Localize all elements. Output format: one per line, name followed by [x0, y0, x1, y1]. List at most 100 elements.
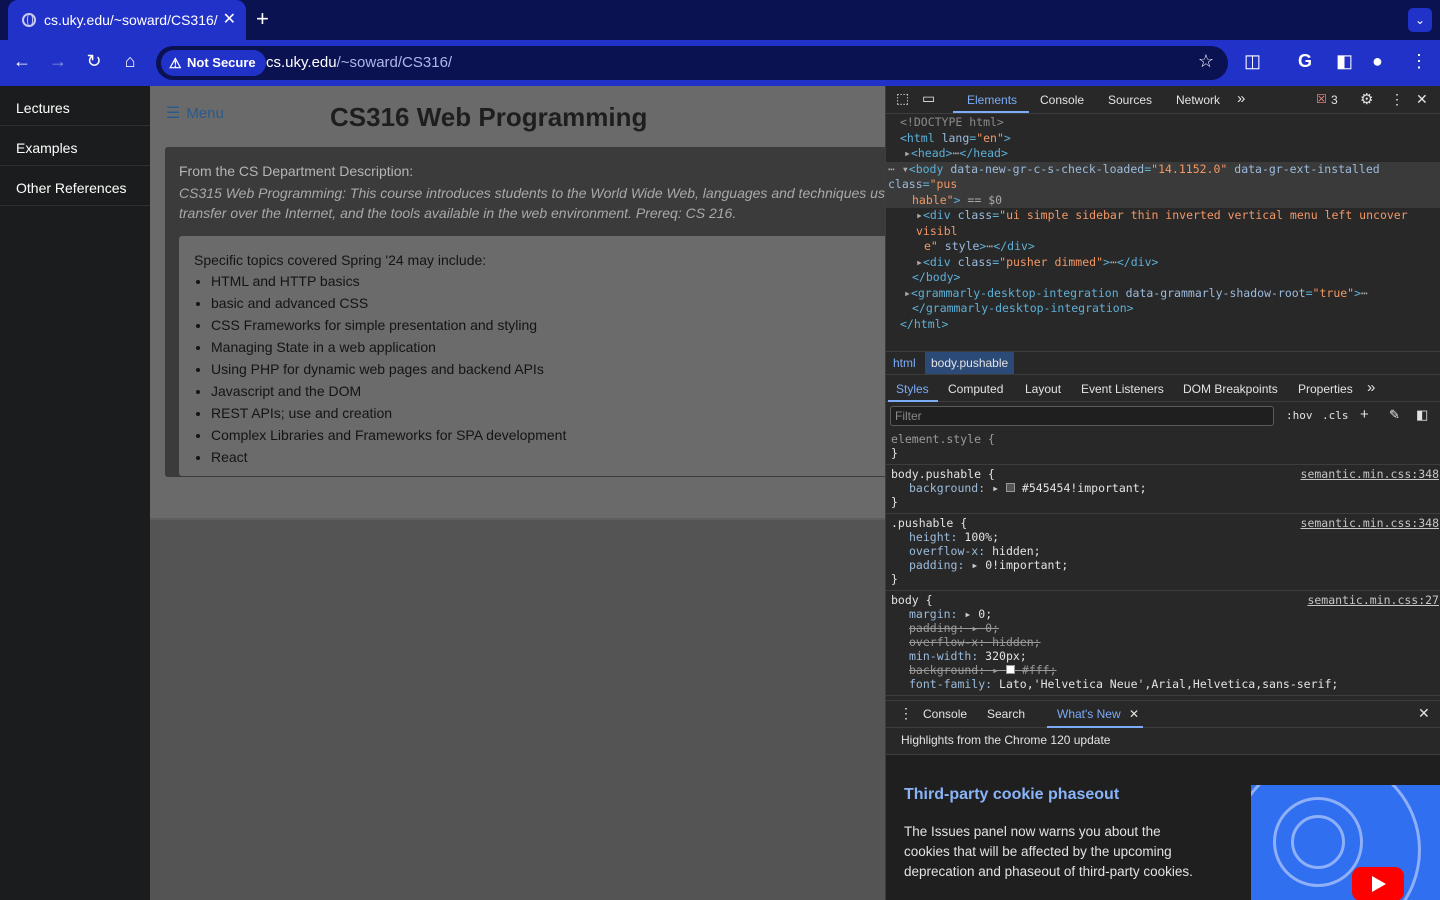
dom-doctype[interactable]: <!DOCTYPE html>	[886, 115, 1440, 131]
color-swatch[interactable]	[1005, 483, 1015, 492]
prop-value: 0;	[978, 607, 993, 621]
new-tab-button[interactable]: +	[256, 6, 269, 32]
more-tabs-icon[interactable]: »	[1237, 90, 1245, 107]
dom-head[interactable]: ▸<head>⋯</head>	[886, 146, 1440, 162]
tab-properties[interactable]: Properties	[1298, 382, 1353, 396]
dom-html-close[interactable]: </html>	[886, 317, 1440, 333]
video-thumbnail[interactable]	[1251, 785, 1440, 900]
expand-arrow-icon[interactable]: ▸	[904, 286, 911, 300]
home-icon[interactable]: ⌂	[118, 51, 142, 72]
expand-arrow-icon[interactable]: ▸	[916, 208, 923, 222]
close-tab-icon[interactable]: ✕	[223, 9, 236, 29]
bookmark-star-icon[interactable]: ☆	[1198, 51, 1214, 72]
rule-element-style[interactable]: element.style { }	[886, 430, 1440, 465]
paint-brush-icon[interactable]: ✎	[1389, 407, 1400, 423]
tab-computed[interactable]: Computed	[948, 382, 1003, 396]
whats-new-panel: Highlights from the Chrome 120 update Th…	[886, 728, 1440, 900]
color-swatch[interactable]	[1005, 665, 1015, 674]
grammarly-icon[interactable]: G	[1298, 51, 1312, 72]
close-whats-new-icon[interactable]: ✕	[1129, 707, 1139, 721]
back-icon[interactable]: ←	[10, 51, 34, 72]
tab-elements[interactable]: Elements	[967, 93, 1017, 107]
dom-body-selected[interactable]: ⋯ ▾<body data-new-gr-c-s-check-loaded="1…	[886, 161, 1440, 193]
error-count[interactable]: 3	[1331, 93, 1338, 107]
description-line-1: CS315 Web Programming: This course intro…	[179, 185, 885, 201]
expand-arrow-icon[interactable]: ▸	[904, 146, 911, 160]
prop-name: padding	[909, 558, 958, 572]
rule-body[interactable]: body { semantic.min.css:27 margin: ▸ 0; …	[886, 591, 1440, 696]
tab-event-listeners[interactable]: Event Listeners	[1081, 382, 1164, 396]
div-tag: <div	[922, 208, 951, 222]
sidebar-item-other-references[interactable]: Other References	[0, 166, 150, 206]
page-content: ☰ Menu CS316 Web Programming From the CS …	[150, 86, 885, 900]
drawer-tab-console[interactable]: Console	[923, 707, 967, 721]
devtools-tabbar: ⬚ ▭ Elements Console Sources Network » ☒…	[886, 86, 1440, 114]
content-band: ☰ Menu CS316 Web Programming From the CS …	[150, 86, 885, 520]
cls-toggle[interactable]: .cls	[1322, 409, 1349, 422]
rule-body-pushable[interactable]: body.pushable { semantic.min.css:348 bac…	[886, 465, 1440, 514]
expand-arrow-icon[interactable]: ▸	[916, 255, 923, 269]
html-close-tag: </html>	[900, 316, 949, 331]
whats-new-highlight: Highlights from the Chrome 120 update	[886, 728, 1440, 755]
menu-toggle[interactable]: ☰ Menu	[166, 103, 224, 123]
youtube-play-icon[interactable]	[1352, 867, 1404, 900]
more-tabs-icon[interactable]: »	[1367, 379, 1375, 396]
rule-source-link[interactable]: semantic.min.css:348	[1301, 467, 1439, 481]
drawer-tab-whats-new[interactable]: What's New	[1057, 707, 1121, 721]
dom-html[interactable]: <html lang="en">	[886, 131, 1440, 147]
topics-lead: Specific topics covered Spring '24 may i…	[194, 252, 487, 268]
html-tag: <html	[900, 130, 935, 145]
extensions-icon[interactable]: ◫	[1244, 51, 1261, 72]
prop-name: margin	[909, 607, 951, 621]
hov-toggle[interactable]: :hov	[1286, 409, 1313, 422]
profile-avatar[interactable]: ●	[1372, 51, 1383, 72]
url-text[interactable]: cs.uky.edu/~soward/CS316/	[266, 54, 452, 71]
styles-filter-input[interactable]: Filter	[890, 406, 1274, 426]
dom-div-pusher[interactable]: ▸<div class="pusher dimmed">⋯</div>	[886, 255, 1440, 271]
drawer-menu-icon[interactable]: ⋮	[899, 705, 913, 722]
close-drawer-icon[interactable]: ✕	[1418, 705, 1430, 722]
address-bar[interactable]: ⚠ Not Secure cs.uky.edu/~soward/CS316/ ☆	[156, 46, 1228, 80]
drawer-tab-search[interactable]: Search	[987, 707, 1025, 721]
dom-div-sidebar-cont[interactable]: e" style>⋯</div>	[886, 239, 1440, 255]
settings-gear-icon[interactable]: ⚙	[1360, 90, 1373, 108]
browser-tab[interactable]: cs.uky.edu/~soward/CS316/ ✕	[8, 0, 246, 40]
devtools-panel: ⬚ ▭ Elements Console Sources Network » ☒…	[885, 86, 1440, 900]
more-menu-icon[interactable]: ⋮	[1410, 51, 1428, 72]
add-rule-icon[interactable]: +	[1360, 406, 1369, 423]
dom-body-selected-cont[interactable]: hable"> == $0	[886, 192, 1440, 208]
device-toolbar-icon[interactable]: ▭	[922, 90, 935, 107]
tab-styles[interactable]: Styles	[896, 382, 929, 396]
security-chip[interactable]: ⚠ Not Secure	[161, 50, 266, 76]
dom-grammarly-close[interactable]: </grammarly-desktop-integration>	[886, 301, 1440, 317]
sidebar-toggle-icon[interactable]: ◧	[1416, 407, 1428, 423]
rule-pushable[interactable]: .pushable { semantic.min.css:348 height:…	[886, 514, 1440, 591]
rule-selector: element.style {	[891, 432, 995, 446]
whats-new-heading[interactable]: Third-party cookie phaseout	[904, 786, 1119, 804]
reload-icon[interactable]: ↻	[82, 51, 106, 72]
tab-layout[interactable]: Layout	[1025, 382, 1061, 396]
list-item: HTML and HTTP basics	[211, 270, 566, 292]
forward-icon[interactable]: →	[46, 51, 70, 72]
side-panel-icon[interactable]: ◧	[1336, 51, 1353, 72]
devtools-menu-icon[interactable]: ⋮	[1390, 91, 1404, 108]
tab-dom-breakpoints[interactable]: DOM Breakpoints	[1183, 382, 1278, 396]
close-devtools-icon[interactable]: ✕	[1416, 91, 1428, 108]
rule-source-link[interactable]: semantic.min.css:27	[1307, 593, 1439, 607]
prop-value: 100%;	[964, 530, 1000, 544]
breadcrumb-html[interactable]: html	[893, 356, 916, 370]
tab-network[interactable]: Network	[1176, 93, 1220, 107]
dom-div-sidebar[interactable]: ▸<div class="ui simple sidebar thin inve…	[886, 208, 1440, 239]
tab-sources[interactable]: Sources	[1108, 93, 1152, 107]
inspect-icon[interactable]: ⬚	[896, 90, 909, 107]
sidebar-item-examples[interactable]: Examples	[0, 126, 150, 166]
rule-source-link[interactable]: semantic.min.css:348	[1301, 516, 1439, 530]
dom-grammarly[interactable]: ▸<grammarly-desktop-integration data-gra…	[886, 286, 1440, 302]
tab-search-button[interactable]: ⌄	[1408, 8, 1432, 32]
breadcrumb-body[interactable]: body.pushable	[925, 352, 1015, 375]
error-icon[interactable]: ☒	[1316, 92, 1327, 106]
dom-body-close[interactable]: </body>	[886, 270, 1440, 286]
sidebar-item-lectures[interactable]: Lectures	[0, 86, 150, 126]
attr-value: "true"	[1312, 285, 1355, 300]
tab-console[interactable]: Console	[1040, 93, 1084, 107]
